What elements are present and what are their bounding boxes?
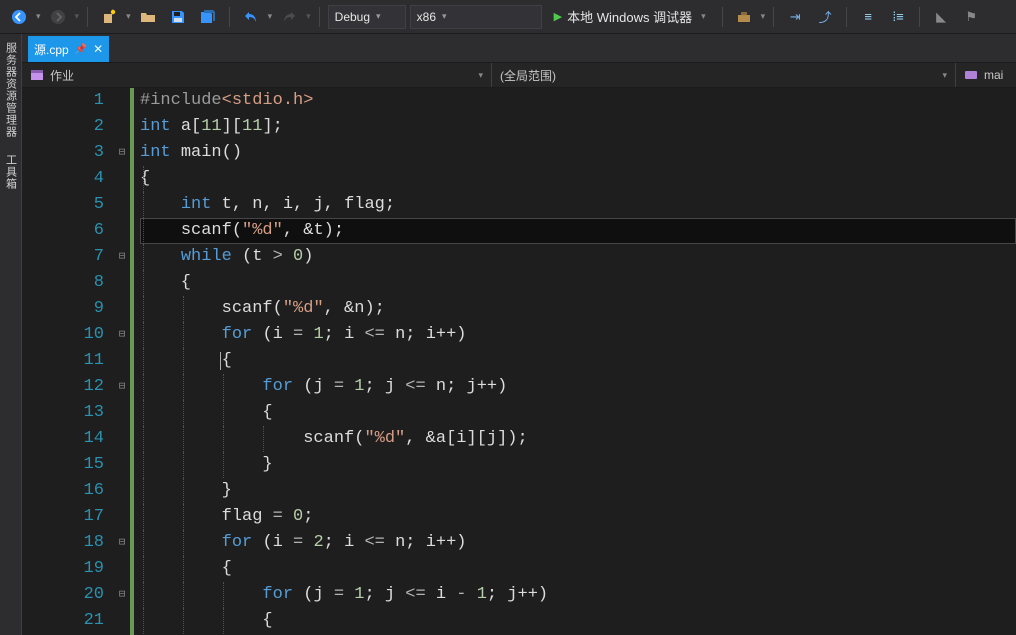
platform-label: x86: [417, 10, 436, 24]
fold-toggle: [114, 504, 130, 530]
nav-forward-button[interactable]: [45, 4, 71, 30]
close-icon[interactable]: ✕: [93, 42, 103, 56]
line-number-gutter: 123456789101112131415161718192021: [22, 88, 114, 635]
code-line[interactable]: for (j = 1; j <= n; j++): [140, 374, 1016, 400]
nav-back-button[interactable]: [6, 4, 32, 30]
code-area[interactable]: #include<stdio.h>int a[11][11];int main(…: [134, 88, 1016, 635]
fold-toggle[interactable]: ⊟: [114, 530, 130, 556]
fold-toggle: [114, 166, 130, 192]
code-line[interactable]: flag = 0;: [140, 504, 1016, 530]
open-button[interactable]: [135, 4, 161, 30]
side-tab-toolbox[interactable]: 工具箱: [3, 146, 19, 198]
code-line[interactable]: scanf("%d", &a[i][j]);: [140, 426, 1016, 452]
scope-function-dropdown[interactable]: mai: [956, 63, 1016, 87]
redo-button[interactable]: [276, 4, 302, 30]
project-icon: [30, 68, 44, 82]
fold-toggle[interactable]: ⊟: [114, 374, 130, 400]
indent-button[interactable]: ≡: [855, 4, 881, 30]
run-label: 本地 Windows 调试器: [567, 7, 692, 26]
code-line[interactable]: for (i = 2; i <= n; i++): [140, 530, 1016, 556]
run-debugger-button[interactable]: ▶本地 Windows 调试器▾: [546, 4, 714, 30]
fold-toggle: [114, 270, 130, 296]
save-button[interactable]: [165, 4, 191, 30]
fold-toggle: [114, 114, 130, 140]
pin-icon[interactable]: 📌: [75, 44, 87, 55]
scope-project-dropdown[interactable]: 作业 ▾: [22, 63, 492, 87]
fold-toggle[interactable]: ⊟: [114, 140, 130, 166]
fold-toggle: [114, 348, 130, 374]
fold-toggle[interactable]: ⊟: [114, 322, 130, 348]
fold-toggle: [114, 478, 130, 504]
side-strip: 服务器资源管理器 工具箱: [0, 34, 22, 635]
toolbar: ▾ ▾ ▾ ▾ ▾ Debug▾ x86▾ ▶本地 Windows 调试器▾ ▾…: [0, 0, 1016, 34]
fold-toggle[interactable]: ⊟: [114, 244, 130, 270]
fold-toggle: [114, 88, 130, 114]
fold-toggle[interactable]: ⊟: [114, 582, 130, 608]
code-line[interactable]: {: [140, 166, 1016, 192]
fold-toggle: [114, 426, 130, 452]
toolbox-button[interactable]: [731, 4, 757, 30]
code-line[interactable]: for (j = 1; j <= i - 1; j++): [140, 582, 1016, 608]
text-cursor: [220, 352, 221, 370]
code-line[interactable]: }: [140, 452, 1016, 478]
scope-global-dropdown[interactable]: (全局范围) ▾: [492, 63, 956, 87]
tab-row: 源.cpp 📌 ✕: [22, 34, 1016, 62]
config-dropdown[interactable]: Debug▾: [328, 5, 406, 29]
scope-project-label: 作业: [50, 67, 74, 84]
step-over-button[interactable]: ⤴: [812, 4, 838, 30]
code-line[interactable]: {: [140, 556, 1016, 582]
play-icon: ▶: [554, 10, 562, 23]
code-line[interactable]: {: [140, 400, 1016, 426]
code-line[interactable]: {: [140, 348, 1016, 374]
save-all-button[interactable]: [195, 4, 221, 30]
scope-function-label: mai: [984, 68, 1003, 82]
code-line[interactable]: int main(): [140, 140, 1016, 166]
outdent-button[interactable]: ⁞≡: [885, 4, 911, 30]
code-line[interactable]: int a[11][11];: [140, 114, 1016, 140]
file-tab-source-cpp[interactable]: 源.cpp 📌 ✕: [28, 36, 109, 62]
fold-toggle: [114, 608, 130, 634]
side-tab-server-explorer[interactable]: 服务器资源管理器: [3, 34, 19, 146]
code-line[interactable]: {: [140, 270, 1016, 296]
step-into-button[interactable]: ⇥: [782, 4, 808, 30]
fold-toggle: [114, 296, 130, 322]
fold-toggle: [114, 400, 130, 426]
fold-toggle: [114, 556, 130, 582]
platform-dropdown[interactable]: x86▾: [410, 5, 542, 29]
code-editor[interactable]: 123456789101112131415161718192021 ⊟⊟⊟⊟⊟⊟…: [22, 88, 1016, 635]
fold-toggle: [114, 218, 130, 244]
code-line[interactable]: int t, n, i, j, flag;: [140, 192, 1016, 218]
fold-toggle: [114, 452, 130, 478]
fold-column[interactable]: ⊟ ⊟ ⊟ ⊟ ⊟ ⊟: [114, 88, 130, 635]
bookmark-button[interactable]: ◣: [928, 4, 954, 30]
nav-bar: 作业 ▾ (全局范围) ▾ mai: [22, 62, 1016, 88]
code-line[interactable]: for (i = 1; i <= n; i++): [140, 322, 1016, 348]
code-line[interactable]: #include<stdio.h>: [140, 88, 1016, 114]
undo-button[interactable]: [238, 4, 264, 30]
scope-global-label: (全局范围): [500, 67, 556, 84]
code-line[interactable]: scanf("%d", &n);: [140, 296, 1016, 322]
new-item-button[interactable]: [96, 4, 122, 30]
function-icon: [964, 68, 978, 82]
file-tab-label: 源.cpp: [34, 41, 69, 58]
code-line[interactable]: while (t > 0): [140, 244, 1016, 270]
config-label: Debug: [335, 10, 370, 24]
fold-toggle: [114, 192, 130, 218]
flag-button[interactable]: ⚑: [958, 4, 984, 30]
code-line[interactable]: scanf("%d", &t);: [140, 218, 1016, 244]
code-line[interactable]: {: [140, 608, 1016, 634]
code-line[interactable]: }: [140, 478, 1016, 504]
